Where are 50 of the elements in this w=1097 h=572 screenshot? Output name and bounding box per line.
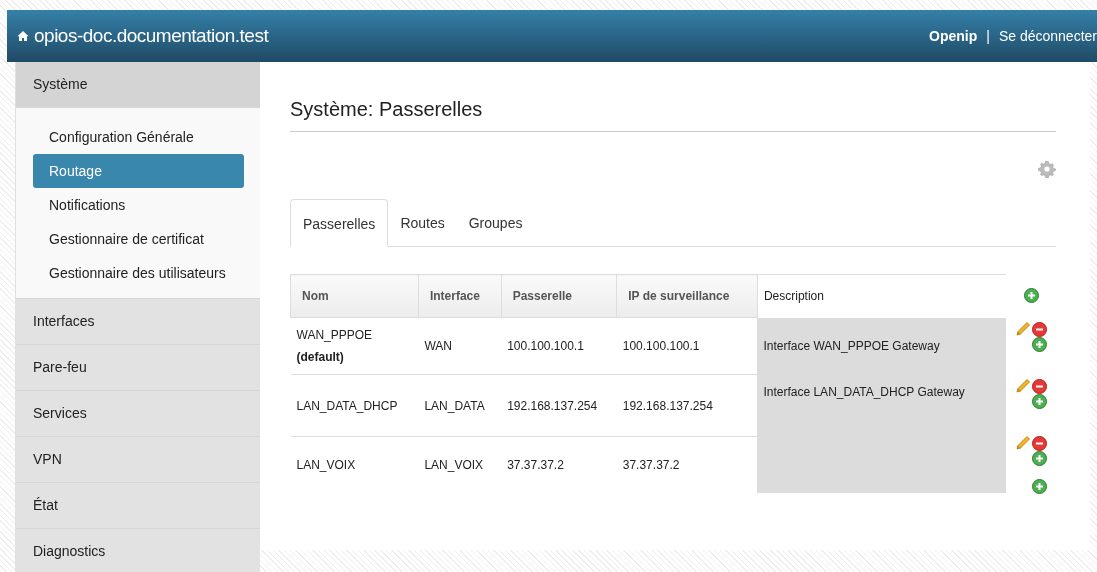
pencil-icon[interactable] <box>1015 378 1031 394</box>
sidebar-item[interactable]: Notifications <box>33 188 244 222</box>
table-cell: 100.100.100.1 <box>501 317 617 375</box>
tab[interactable]: Groupes <box>456 199 535 247</box>
column-header: IP de surveillance <box>616 274 758 318</box>
user-name[interactable]: Openip <box>929 28 978 44</box>
column-header: Interface <box>418 274 502 318</box>
pencil-icon[interactable] <box>1015 435 1031 451</box>
gateway-name: WAN_PPPOE <box>296 328 374 342</box>
add-icon[interactable] <box>1032 451 1047 466</box>
add-icon[interactable] <box>1032 337 1047 352</box>
default-label: (default) <box>296 350 345 364</box>
sidebar-section[interactable]: VPN <box>16 437 260 483</box>
sidebar-item[interactable]: Configuration Générale <box>33 120 244 154</box>
page-title: Système: Passerelles <box>290 62 1056 132</box>
logout-link[interactable]: Se déconnecter <box>998 28 1097 44</box>
sidebar-section[interactable]: Interfaces <box>16 299 260 345</box>
table-cell: 192.168.137.254 <box>501 374 617 437</box>
sidebar-section[interactable]: État <box>16 483 260 529</box>
separator: | <box>986 28 990 44</box>
column-header: Passerelle <box>501 274 617 318</box>
home-icon <box>17 30 29 42</box>
table-cell: Interface WAN_PPPOE Gateway <box>757 317 1006 375</box>
delete-icon[interactable] <box>1032 321 1047 337</box>
table-cell: LAN_DATA <box>418 374 502 437</box>
table-cell: LAN_VOIX <box>290 436 419 493</box>
table-cell: LAN_DATA_DHCP <box>290 374 419 437</box>
sidebar-item[interactable]: Gestionnaire de certificat <box>33 222 244 256</box>
tab[interactable]: Routes <box>388 199 457 247</box>
pencil-icon[interactable] <box>1015 321 1031 337</box>
tab[interactable]: Passerelles <box>290 199 389 247</box>
add-icon[interactable] <box>1032 394 1047 409</box>
sidebar-section[interactable]: Pare-feu <box>16 345 260 391</box>
table-cell: LAN_VOIX <box>418 436 502 493</box>
settings-icon[interactable] <box>1038 160 1056 178</box>
add-icon[interactable] <box>1023 287 1039 303</box>
sidebar-section[interactable]: Diagnostics <box>16 529 260 572</box>
add-icon[interactable] <box>1032 479 1047 494</box>
table-cell: Interface LAN_DATA_DHCP Gateway <box>757 374 1006 437</box>
sidebar-section[interactable]: Système <box>16 62 260 108</box>
site-title[interactable]: opios-doc.documentation.test <box>34 25 269 47</box>
sidebar-item[interactable]: Routage <box>33 154 244 188</box>
column-header: Nom <box>290 274 419 318</box>
sidebar-item[interactable]: Gestionnaire des utilisateurs <box>33 256 244 290</box>
delete-icon[interactable] <box>1032 435 1047 451</box>
sidebar-section[interactable]: Services <box>16 391 260 437</box>
table-cell: WAN <box>418 317 502 375</box>
table-cell: 37.37.37.2 <box>501 436 617 493</box>
delete-icon[interactable] <box>1032 378 1047 394</box>
column-header: Description <box>757 274 1006 318</box>
